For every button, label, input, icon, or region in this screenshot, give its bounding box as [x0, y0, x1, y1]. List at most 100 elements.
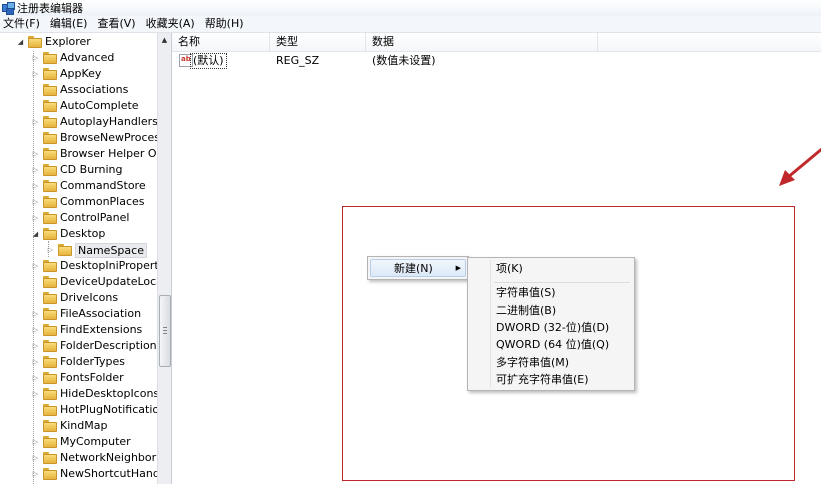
expand-arrow-icon[interactable]: ▷ [46, 246, 55, 255]
expand-arrow-icon[interactable]: ▷ [31, 166, 40, 175]
expand-arrow-icon[interactable]: ▷ [31, 118, 40, 127]
red-arrow-annotation [779, 147, 821, 186]
folder-icon [43, 100, 57, 112]
menu-item-expandable-string-value[interactable]: 可扩充字符串值(E) [470, 371, 632, 389]
expand-arrow-icon[interactable]: ▷ [31, 70, 40, 79]
tree-item-driveicons[interactable]: ▷ DriveIcons [31, 290, 118, 306]
value-name: (默认) [190, 53, 227, 69]
folder-icon [43, 404, 57, 416]
menu-bar: 文件(F) 编辑(E) 查看(V) 收藏夹(A) 帮助(H) [0, 16, 821, 33]
collapse-arrow-icon[interactable]: ◢ [16, 38, 25, 47]
folder-icon [43, 292, 57, 304]
tree-item-label: CD Burning [60, 163, 123, 176]
expand-arrow-icon[interactable]: ▷ [31, 438, 40, 447]
tree-item-label: MyComputer [60, 435, 131, 448]
tree-item-foldertypes[interactable]: ▷ FolderTypes [31, 354, 125, 370]
new-submenu: 项(K) 字符串值(S) 二进制值(B) DWORD (32-位)值(D) QW… [467, 257, 635, 391]
folder-icon [43, 212, 57, 224]
scroll-up-icon[interactable]: ▲ [158, 33, 171, 47]
tree-item-autoplayhandlers[interactable]: ▷ AutoplayHandlers [31, 114, 157, 130]
menu-item-new[interactable]: 新建(N) ▶ [370, 259, 466, 277]
tree-item-networkneighborhood[interactable]: ▷ NetworkNeighborho [31, 450, 157, 466]
tree-item-fontsfolder[interactable]: ▷ FontsFolder [31, 370, 124, 386]
tree-item-autocomplete[interactable]: ▷ AutoComplete [31, 98, 139, 114]
expand-arrow-icon[interactable]: ▷ [31, 150, 40, 159]
tree-item-label: Explorer [45, 35, 91, 48]
menu-item-label: 新建(N) [394, 262, 433, 275]
menu-item-binary-value[interactable]: 二进制值(B) [470, 302, 632, 320]
tree-item-mycomputer[interactable]: ▷ MyComputer [31, 434, 131, 450]
menu-edit[interactable]: 编辑(E) [45, 16, 93, 32]
expand-arrow-icon[interactable]: ▷ [31, 470, 40, 479]
table-row[interactable]: ab (默认) REG_SZ (数值未设置) [172, 53, 821, 69]
tree-item-associations[interactable]: ▷ Associations [31, 82, 128, 98]
tree-item-appkey[interactable]: ▷ AppKey [31, 66, 101, 82]
tree-item-findextensions[interactable]: ▷ FindExtensions [31, 322, 142, 338]
collapse-arrow-icon[interactable]: ◢ [31, 230, 40, 239]
tree-item-label: HideDesktopIcons [60, 387, 157, 400]
menu-favorites[interactable]: 收藏夹(A) [141, 16, 200, 32]
menu-item-qword-value[interactable]: QWORD (64 位)值(Q) [470, 336, 632, 354]
column-data[interactable]: 数据 [366, 33, 598, 51]
expand-arrow-icon[interactable]: ▷ [31, 310, 40, 319]
menu-separator [494, 282, 630, 283]
menu-help[interactable]: 帮助(H) [200, 16, 249, 32]
column-name[interactable]: 名称 [172, 33, 270, 51]
tree-item-desktopinipropertymap[interactable]: ▷ DesktopIniPropertyM [31, 258, 157, 274]
tree-item-label: DriveIcons [60, 291, 119, 304]
tree-item-label-selected: NameSpace [75, 242, 147, 258]
menu-view[interactable]: 查看(V) [92, 16, 140, 32]
value-type: REG_SZ [276, 54, 320, 67]
tree-item-hotplugnotification[interactable]: ▷ HotPlugNotification [31, 402, 157, 418]
folder-icon [43, 340, 57, 352]
menu-file[interactable]: 文件(F) [0, 16, 45, 32]
tree-item-desktop[interactable]: ◢ Desktop [31, 226, 105, 242]
tree-item-fileassociation[interactable]: ▷ FileAssociation [31, 306, 141, 322]
tree-item-hidedesktopicons[interactable]: ▷ HideDesktopIcons [31, 386, 157, 402]
tree-item-commandstore[interactable]: ▷ CommandStore [31, 178, 146, 194]
menu-item-multi-string-value[interactable]: 多字符串值(M) [470, 354, 632, 372]
expand-arrow-icon[interactable]: ▷ [31, 390, 40, 399]
expand-arrow-icon[interactable]: ▷ [31, 214, 40, 223]
tree-item-label: CommonPlaces [60, 195, 145, 208]
value-data: (数值未设置) [372, 54, 436, 67]
tree-item-commonplaces[interactable]: ▷ CommonPlaces [31, 194, 145, 210]
regedit-icon [2, 2, 15, 15]
tree-item-label: Browser Helper Obje [60, 147, 157, 160]
key-tree-pane: ◢ Explorer ▷ Advanced ▷ AppKey ▷ Associa… [0, 33, 172, 484]
tree-scrollbar[interactable]: ▲ [157, 33, 171, 484]
tree-item-folderdescriptions[interactable]: ▷ FolderDescriptions [31, 338, 157, 354]
menu-item-string-value[interactable]: 字符串值(S) [470, 284, 632, 302]
expand-arrow-icon[interactable]: ▷ [31, 262, 40, 271]
tree-item-label: KindMap [60, 419, 108, 432]
tree-item-label: FontsFolder [60, 371, 124, 384]
tree-item-label: AppKey [60, 67, 102, 80]
tree-item-kindmap[interactable]: ▷ KindMap [31, 418, 107, 434]
tree-item-cd-burning[interactable]: ▷ CD Burning [31, 162, 122, 178]
expand-arrow-icon[interactable]: ▷ [31, 454, 40, 463]
menu-item-dword-value[interactable]: DWORD (32-位)值(D) [470, 319, 632, 337]
tree-item-explorer[interactable]: ◢ Explorer [16, 34, 91, 50]
tree-item-browsenewprocess[interactable]: ▷ BrowseNewProcess [31, 130, 157, 146]
folder-icon [43, 260, 57, 272]
tree-item-advanced[interactable]: ▷ Advanced [31, 50, 114, 66]
tree-item-label: BrowseNewProcess [60, 131, 157, 144]
tree-item-label: NewShortcutHandler [60, 467, 157, 480]
tree-item-newshortcuthandlers[interactable]: ▷ NewShortcutHandler [31, 466, 157, 482]
folder-icon [28, 36, 42, 48]
tree-item-namespace[interactable]: ▷ NameSpace [46, 242, 147, 258]
folder-icon [43, 308, 57, 320]
column-type[interactable]: 类型 [270, 33, 366, 51]
tree-item-browser-helper-objects[interactable]: ▷ Browser Helper Obje [31, 146, 157, 162]
expand-arrow-icon[interactable]: ▷ [31, 54, 40, 63]
expand-arrow-icon[interactable]: ▷ [31, 358, 40, 367]
expand-arrow-icon[interactable]: ▷ [31, 326, 40, 335]
expand-arrow-icon[interactable]: ▷ [31, 198, 40, 207]
expand-arrow-icon[interactable]: ▷ [31, 342, 40, 351]
scrollbar-thumb[interactable] [159, 295, 171, 367]
expand-arrow-icon[interactable]: ▷ [31, 182, 40, 191]
tree-item-controlpanel[interactable]: ▷ ControlPanel [31, 210, 129, 226]
menu-item-key[interactable]: 项(K) [470, 260, 632, 278]
expand-arrow-icon[interactable]: ▷ [31, 374, 40, 383]
tree-item-deviceupdatelocations[interactable]: ▷ DeviceUpdateLocatio [31, 274, 157, 290]
